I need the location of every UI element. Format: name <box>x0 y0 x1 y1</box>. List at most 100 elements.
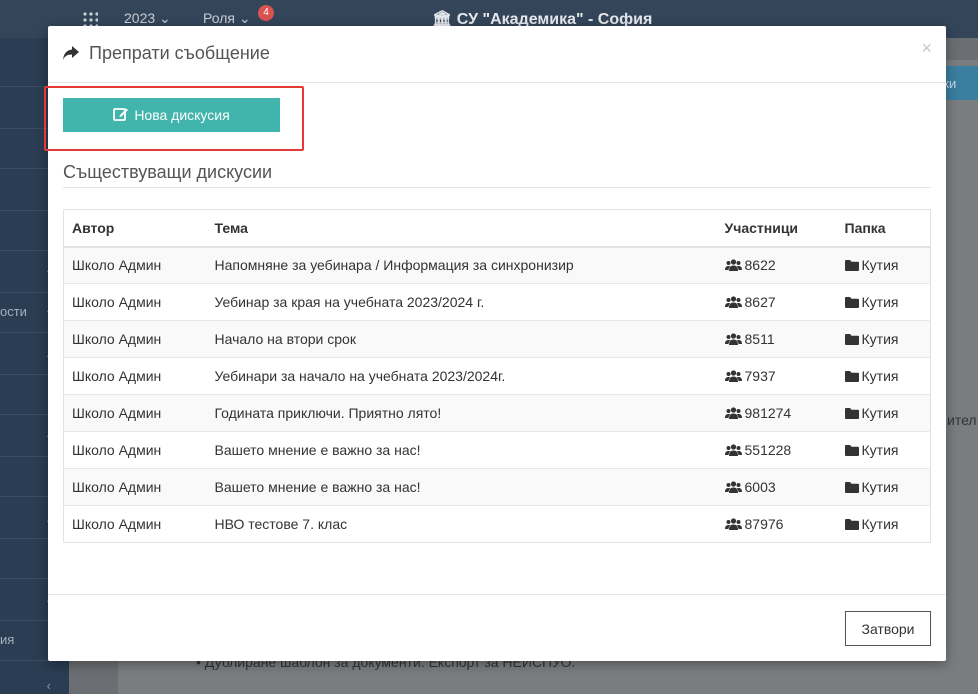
modal-footer: Затвори <box>48 594 946 661</box>
column-header-topic: Тема <box>206 209 717 248</box>
cell-topic[interactable]: Годината приключи. Приятно лято! <box>206 394 717 432</box>
cell-participants: 8627 <box>716 283 837 321</box>
cell-author: Школо Админ <box>63 394 207 432</box>
forward-message-modal: Препрати съобщение × Нова дискусия Същес… <box>44 26 946 661</box>
cell-topic[interactable]: Уебинари за начало на учебната 2023/2024… <box>206 357 717 395</box>
folder-icon <box>844 405 862 421</box>
column-header-participants: Участници <box>716 209 837 248</box>
folder-name: Кутия <box>861 479 899 495</box>
folder-icon <box>844 331 862 347</box>
cell-participants: 8511 <box>716 320 837 358</box>
background-text: ител <box>947 412 977 428</box>
folder-name: Кутия <box>861 257 899 274</box>
modal-title: Препрати съобщение <box>62 43 270 64</box>
modal-title-text: Препрати съобщение <box>89 43 270 63</box>
cell-participants: 6003 <box>716 468 837 506</box>
participants-count: 8627 <box>744 294 776 310</box>
role-label: Роля <box>203 10 235 26</box>
column-header-author: Автор <box>63 209 207 248</box>
sidebar-item-label[interactable]: ости <box>0 304 27 319</box>
cell-folder: Кутия <box>836 320 931 358</box>
cell-topic[interactable]: Напомняне за уебинара / Информация за си… <box>206 246 717 284</box>
cell-participants: 7937 <box>716 357 837 395</box>
users-icon <box>724 479 745 495</box>
year-label: 2023 <box>124 10 156 26</box>
users-icon <box>724 516 745 532</box>
folder-name: Кутия <box>861 294 899 310</box>
cell-participants: 8622 <box>716 246 837 284</box>
table-row[interactable]: Школо Админ Начало на втори срок 8511 Кутия <box>63 320 931 358</box>
participants-count: 551228 <box>744 442 792 458</box>
folder-icon <box>844 442 862 458</box>
cell-author: Школо Админ <box>63 431 207 469</box>
participants-count: 8622 <box>744 257 776 274</box>
cell-folder: Кутия <box>836 468 931 506</box>
cell-topic[interactable]: НВО тестове 7. клас <box>206 505 717 543</box>
section-divider <box>63 187 931 188</box>
chevron-left-icon[interactable]: ‹ <box>47 678 51 693</box>
folder-icon <box>844 257 862 273</box>
edit-icon <box>113 106 129 124</box>
cell-author: Школо Админ <box>63 505 207 543</box>
cell-topic[interactable]: Вашето мнение е важно за нас! <box>206 468 717 506</box>
cell-author: Школо Админ <box>63 320 207 358</box>
discussions-table: Автор Тема Участници Папка Школо Админ На… <box>63 209 931 543</box>
users-icon <box>724 294 745 310</box>
new-discussion-button[interactable]: Нова дискусия <box>63 98 280 132</box>
table-row[interactable]: Школо Админ Уебинар за края на учебната 2… <box>63 283 931 321</box>
users-icon <box>724 368 745 384</box>
cell-author: Школо Админ <box>63 246 207 284</box>
folder-icon <box>844 294 862 310</box>
apps-grid-icon[interactable] <box>82 11 98 27</box>
share-arrow-icon <box>62 43 89 63</box>
folder-icon <box>844 368 862 384</box>
cell-topic[interactable]: Уебинар за края на учебната 2023/2024 г. <box>206 283 717 321</box>
cell-participants: 87976 <box>716 505 837 543</box>
table-row[interactable]: Школо Админ НВО тестове 7. клас 87976 Кутия <box>63 505 931 543</box>
cell-participants: 981274 <box>716 394 837 432</box>
cell-folder: Кутия <box>836 431 931 469</box>
folder-name: Кутия <box>861 331 899 347</box>
folder-icon <box>844 516 862 532</box>
close-button[interactable]: Затвори <box>845 611 931 646</box>
table-row[interactable]: Школо Админ Уебинари за начало на учебнат… <box>63 357 931 395</box>
cell-author: Школо Админ <box>63 468 207 506</box>
cell-topic[interactable]: Начало на втори срок <box>206 320 717 358</box>
table-row[interactable]: Школо Админ Напомняне за уебинара / Инфор… <box>63 246 931 284</box>
table-row[interactable]: Школо Админ Вашето мнение е важно за нас!… <box>63 468 931 506</box>
participants-count: 7937 <box>744 368 776 384</box>
users-icon <box>724 331 745 347</box>
table-header-row: Автор Тема Участници Папка <box>63 209 931 248</box>
section-title: Съществуващи дискусии <box>63 162 273 182</box>
cell-author: Школо Админ <box>63 283 207 321</box>
year-selector[interactable]: 2023 ⌄ <box>124 10 171 27</box>
cell-participants: 551228 <box>716 431 837 469</box>
users-icon <box>724 257 745 273</box>
table-row[interactable]: Школо Админ Вашето мнение е важно за нас!… <box>63 431 931 469</box>
participants-count: 981274 <box>744 405 792 421</box>
participants-count: 8511 <box>744 331 775 347</box>
folder-name: Кутия <box>861 368 899 384</box>
column-header-folder: Папка <box>836 209 931 248</box>
users-icon <box>724 442 745 458</box>
cell-folder: Кутия <box>836 394 931 432</box>
folder-icon <box>844 479 862 495</box>
users-icon <box>724 405 745 421</box>
table-row[interactable]: Школо Админ Годината приключи. Приятно ля… <box>63 394 931 432</box>
participants-count: 87976 <box>744 516 784 532</box>
new-discussion-label: Нова дискусия <box>134 107 230 123</box>
folder-name: Кутия <box>861 516 899 532</box>
participants-count: 6003 <box>744 479 776 495</box>
role-selector[interactable]: Роля ⌄ <box>203 10 251 27</box>
cell-topic[interactable]: Вашето мнение е важно за нас! <box>206 431 717 469</box>
notification-badge: 4 <box>258 5 274 21</box>
close-icon[interactable]: × <box>921 38 932 59</box>
cell-folder: Кутия <box>836 505 931 543</box>
folder-name: Кутия <box>861 442 899 458</box>
folder-name: Кутия <box>861 405 899 421</box>
cell-folder: Кутия <box>836 283 931 321</box>
cell-author: Школо Админ <box>63 357 207 395</box>
modal-header: Препрати съобщение × <box>48 26 946 83</box>
sidebar-item-label[interactable]: ия <box>0 632 14 647</box>
cell-folder: Кутия <box>836 357 931 395</box>
